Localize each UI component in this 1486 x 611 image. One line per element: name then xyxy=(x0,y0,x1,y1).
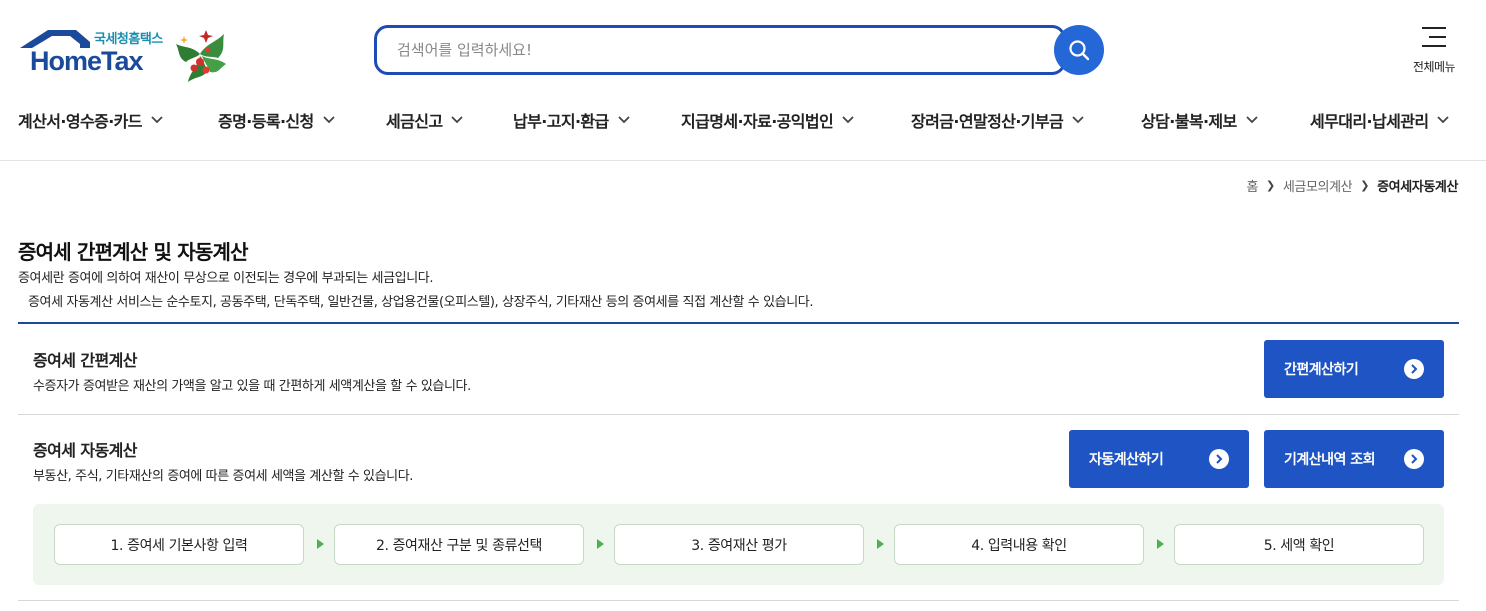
search-input[interactable] xyxy=(377,28,1017,72)
chevron-down-icon xyxy=(451,116,464,124)
arrow-right-circle-icon xyxy=(1404,449,1424,469)
title-divider xyxy=(18,322,1459,324)
nav-item-label: 세무대리·납세관리 xyxy=(1310,112,1429,131)
section-divider xyxy=(18,414,1459,415)
breadcrumb-home[interactable]: 홈 xyxy=(1246,176,1258,195)
nav-item-tax-agent[interactable]: 세무대리·납세관리 xyxy=(1310,104,1450,136)
step-confirm-input: 4. 입력내용 확인 xyxy=(894,524,1144,565)
simple-calc-description: 수증자가 증여받은 재산의 가액을 알고 있을 때 간편하게 세액계산을 할 수… xyxy=(33,379,471,394)
hometax-logo[interactable]: 국세청홈택스 HomeTax xyxy=(18,24,233,86)
nav-divider xyxy=(0,160,1486,161)
nav-item-invoices[interactable]: 계산서·영수증·카드 xyxy=(18,104,163,136)
search-button[interactable] xyxy=(1054,25,1104,75)
search-box xyxy=(374,25,1066,75)
step-basic-info: 1. 증여세 기본사항 입력 xyxy=(54,524,304,565)
section-divider xyxy=(18,600,1459,601)
holly-icon xyxy=(176,30,226,82)
simple-calc-button[interactable]: 간편계산하기 xyxy=(1264,340,1444,398)
nav-item-certificates[interactable]: 증명·등록·신청 xyxy=(218,104,335,136)
logo-title: HomeTax xyxy=(30,46,144,76)
chevron-down-icon xyxy=(1437,116,1450,124)
chevron-right-icon: ❯ xyxy=(1360,179,1370,192)
nav-item-label: 상담·불복·제보 xyxy=(1141,112,1237,131)
chevron-down-icon xyxy=(1246,116,1258,124)
all-menu-label: 전체메뉴 xyxy=(1412,60,1456,74)
auto-calc-description: 부동산, 주식, 기타재산의 증여에 따른 증여세 세액을 계산할 수 있습니다… xyxy=(33,469,414,484)
step-arrow-icon xyxy=(317,539,324,549)
auto-calc-button[interactable]: 자동계산하기 xyxy=(1069,430,1249,488)
main-navigation: 계산서·영수증·카드 증명·등록·신청 세금신고 납부·고지·환급 지급명세·자… xyxy=(0,104,1486,136)
search-icon xyxy=(1069,40,1090,61)
nav-item-label: 세금신고 xyxy=(386,112,443,131)
step-tax-result: 5. 세액 확인 xyxy=(1174,524,1424,565)
nav-item-label: 계산서·영수증·카드 xyxy=(18,112,143,131)
chevron-right-icon: ❯ xyxy=(1266,179,1275,192)
nav-item-label: 납부·고지·환급 xyxy=(513,112,609,131)
logo-subtitle: 국세청홈택스 xyxy=(94,32,163,47)
step-asset-type: 2. 증여재산 구분 및 종류선택 xyxy=(334,524,584,565)
step-arrow-icon xyxy=(597,539,604,549)
step-arrow-icon xyxy=(877,539,884,549)
nav-item-incentives[interactable]: 장려금·연말정산·기부금 xyxy=(911,104,1084,136)
all-menu-button[interactable]: 전체메뉴 xyxy=(1406,26,1462,75)
nav-item-label: 지급명세·자료·공익법인 xyxy=(681,112,834,131)
breadcrumb-parent[interactable]: 세금모의계산 xyxy=(1283,176,1353,195)
calc-steps: 1. 증여세 기본사항 입력 2. 증여재산 구분 및 종류선택 3. 증여재산… xyxy=(33,504,1444,585)
simple-calc-button-label: 간편계산하기 xyxy=(1284,362,1359,378)
step-asset-valuation: 3. 증여재산 평가 xyxy=(614,524,864,565)
nav-item-label: 장려금·연말정산·기부금 xyxy=(911,112,1064,131)
hamburger-icon xyxy=(1422,27,1446,47)
page-description: 증여세란 증여에 의하여 재산이 무상으로 이전되는 경우에 부과되는 세금입니… xyxy=(18,271,434,286)
chevron-down-icon xyxy=(618,116,630,124)
arrow-right-circle-icon xyxy=(1209,449,1229,469)
arrow-right-circle-icon xyxy=(1404,359,1424,379)
nav-item-label: 증명·등록·신청 xyxy=(218,112,314,131)
calc-history-button[interactable]: 기계산내역 조회 xyxy=(1264,430,1444,488)
calc-history-button-label: 기계산내역 조회 xyxy=(1284,452,1376,468)
page-title: 증여세 간편계산 및 자동계산 xyxy=(18,240,249,264)
nav-item-tax-filing[interactable]: 세금신고 xyxy=(386,104,464,136)
auto-calc-title: 증여세 자동계산 xyxy=(33,441,137,460)
chevron-down-icon xyxy=(151,116,163,124)
breadcrumb: 홈 ❯ 세금모의계산 ❯ 증여세자동계산 xyxy=(1246,176,1458,195)
chevron-down-icon xyxy=(323,116,335,124)
nav-item-consulting[interactable]: 상담·불복·제보 xyxy=(1141,104,1258,136)
page-description-service: 증여세 자동계산 서비스는 순수토지, 공동주택, 단독주택, 일반건물, 상업… xyxy=(28,295,814,310)
chevron-down-icon xyxy=(1072,116,1084,124)
step-arrow-icon xyxy=(1157,539,1164,549)
chevron-down-icon xyxy=(842,116,854,124)
simple-calc-title: 증여세 간편계산 xyxy=(33,351,137,370)
breadcrumb-current: 증여세자동계산 xyxy=(1377,180,1458,195)
nav-item-payment[interactable]: 납부·고지·환급 xyxy=(513,104,630,136)
auto-calc-button-label: 자동계산하기 xyxy=(1089,452,1164,468)
nav-item-statements[interactable]: 지급명세·자료·공익법인 xyxy=(681,104,854,136)
